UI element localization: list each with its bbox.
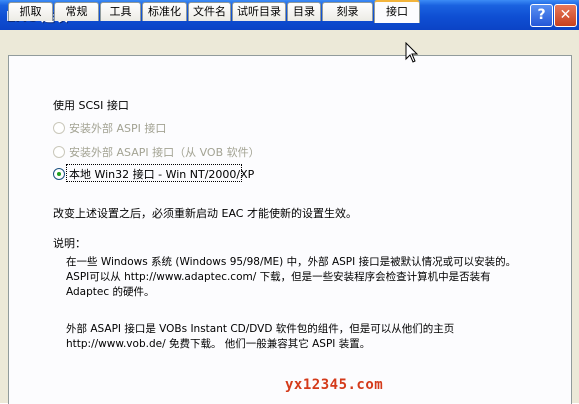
help-icon: ? [537,7,546,23]
radio-external-asapi-label: 安装外部 ASAPI 接口（从 VOB 软件） [69,146,260,159]
para2-line1: 外部 ASAPI 接口是 VOBs Instant CD/DVD 软件包的组件，… [66,323,455,335]
scsi-group-label: 使用 SCSI 接口 [53,99,129,112]
tab-tools[interactable]: 工具 [100,2,141,21]
tab-general[interactable]: 常规 [54,2,99,21]
para1-line2: ASPI可以从 http://www.adaptec.com/ 下载，但是一些安… [66,271,491,283]
radio-external-asapi[interactable] [53,146,65,158]
tab-rip[interactable]: 抓取 [8,2,53,21]
para1-line3: Adaptec 的硬件。 [66,286,155,298]
watermark: yx12345.com [285,377,384,393]
help-button[interactable]: ? [530,4,553,27]
radio-native-win32[interactable] [53,168,65,180]
radio-external-aspi-label: 安装外部 ASPI 接口 [69,122,167,135]
tab-directory[interactable]: 目录 [287,2,321,21]
tab-burn[interactable]: 刻录 [322,2,373,21]
tab-filename[interactable]: 文件名 [188,2,231,21]
explain-label: 说明： [53,237,86,250]
tab-normalize[interactable]: 标准化 [142,2,187,21]
restart-notice: 改变上述设置之后，必须重新启动 EAC 才能使新的设置生效。 [53,207,357,220]
para2-line2: http://www.vob.de/ 免费下载。 他们一般兼容其它 ASPI 装… [66,338,371,350]
radio-selected-dot [57,172,61,176]
radio-external-aspi[interactable] [53,122,65,134]
para1-line1: 在一些 Windows 系统 (Windows 95/98/ME) 中，外部 A… [66,256,517,268]
mouse-cursor-icon [405,42,419,63]
tab-preview-dir[interactable]: 试听目录 [232,2,286,21]
close-icon: ✕ [559,7,572,23]
close-button[interactable]: ✕ [554,4,577,27]
radio-native-win32-label: 本地 Win32 接口 - Win NT/2000/XP [69,168,255,181]
tab-interface[interactable]: 接口 [374,0,420,23]
